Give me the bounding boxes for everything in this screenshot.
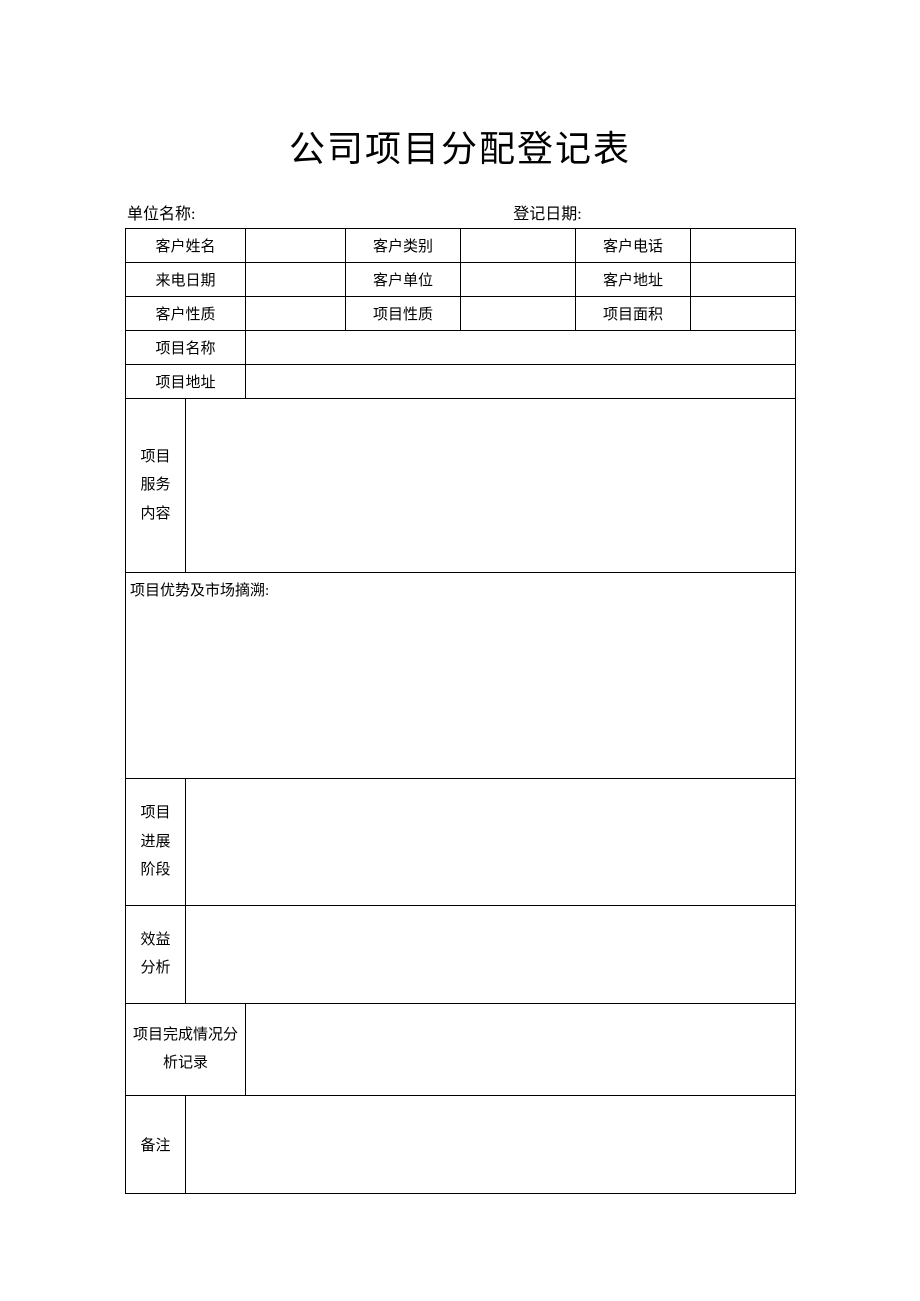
label-benefit-analysis: 效益分析 — [126, 905, 186, 1003]
label-customer-address: 客户地址 — [576, 263, 691, 297]
value-call-date — [246, 263, 346, 297]
label-project-address: 项目地址 — [126, 365, 246, 399]
header-row: 单位名称: 登记日期: — [125, 200, 795, 224]
label-call-date: 来电日期 — [126, 263, 246, 297]
row-benefit: 效益分析 — [126, 905, 796, 1003]
value-benefit-analysis — [186, 905, 796, 1003]
value-completion-record — [246, 1003, 796, 1095]
document-container: 公司项目分配登记表 单位名称: 登记日期: 客户姓名 客户类别 客户电话 来电日… — [125, 120, 795, 1194]
register-date-label: 登记日期: — [513, 200, 793, 224]
row-completion: 项目完成情况分析记录 — [126, 1003, 796, 1095]
value-customer-unit — [461, 263, 576, 297]
value-remark — [186, 1095, 796, 1193]
value-project-nature — [461, 297, 576, 331]
row-project-address: 项目地址 — [126, 365, 796, 399]
row-advantage: 项目优势及市场摘溯: — [126, 573, 796, 779]
row-remark: 备注 — [126, 1095, 796, 1193]
value-customer-name — [246, 229, 346, 263]
label-customer-nature: 客户性质 — [126, 297, 246, 331]
value-customer-address — [691, 263, 796, 297]
label-customer-unit: 客户单位 — [346, 263, 461, 297]
row-customer-basic: 客户姓名 客户类别 客户电话 — [126, 229, 796, 263]
row-call-info: 来电日期 客户单位 客户地址 — [126, 263, 796, 297]
label-service-content: 项目服务内容 — [126, 399, 186, 573]
value-customer-nature — [246, 297, 346, 331]
row-nature: 客户性质 项目性质 项目面积 — [126, 297, 796, 331]
label-project-area: 项目面积 — [576, 297, 691, 331]
value-customer-phone — [691, 229, 796, 263]
label-remark: 备注 — [126, 1095, 186, 1193]
value-service-content — [186, 399, 796, 573]
form-table: 客户姓名 客户类别 客户电话 来电日期 客户单位 客户地址 客户性质 项目性质 … — [125, 228, 796, 1194]
value-project-area — [691, 297, 796, 331]
document-title: 公司项目分配登记表 — [125, 120, 795, 172]
value-project-name — [246, 331, 796, 365]
label-project-advantage: 项目优势及市场摘溯: — [126, 573, 796, 779]
value-progress-stage — [186, 779, 796, 906]
unit-name-label: 单位名称: — [127, 200, 513, 224]
label-completion-record: 项目完成情况分析记录 — [126, 1003, 246, 1095]
label-customer-phone: 客户电话 — [576, 229, 691, 263]
row-progress: 项目进展阶段 — [126, 779, 796, 906]
label-customer-category: 客户类别 — [346, 229, 461, 263]
label-customer-name: 客户姓名 — [126, 229, 246, 263]
row-project-name: 项目名称 — [126, 331, 796, 365]
value-project-address — [246, 365, 796, 399]
row-service-content: 项目服务内容 — [126, 399, 796, 573]
label-project-nature: 项目性质 — [346, 297, 461, 331]
label-progress-stage: 项目进展阶段 — [126, 779, 186, 906]
label-project-name: 项目名称 — [126, 331, 246, 365]
value-customer-category — [461, 229, 576, 263]
